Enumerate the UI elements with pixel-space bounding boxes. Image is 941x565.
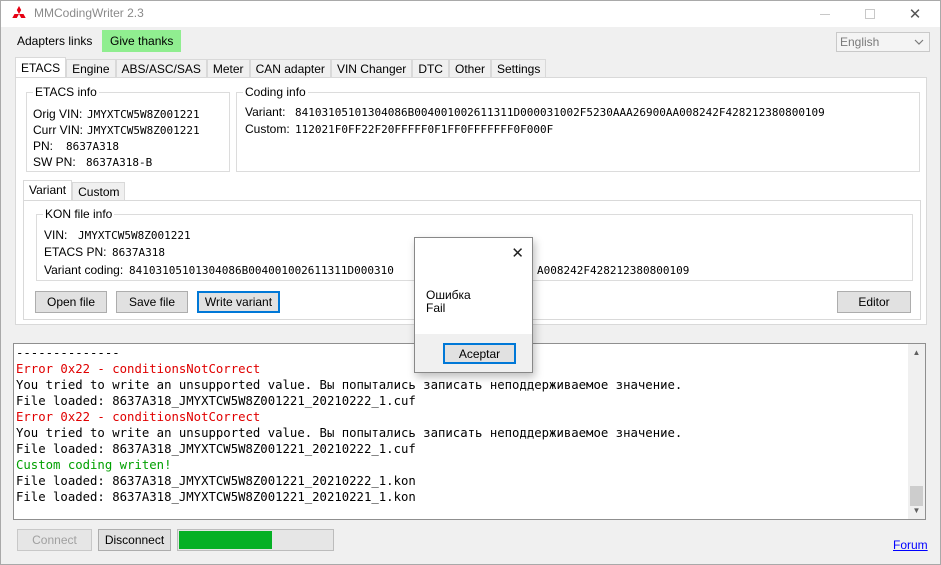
mitsubishi-logo-icon: [12, 6, 26, 18]
progress-bar-fill: [179, 531, 273, 549]
write-variant-button[interactable]: Write variant: [197, 291, 280, 313]
curr-vin-value: JMYXTCW5W8Z001221: [87, 124, 200, 137]
coding-info-group: Coding info Variant: 84103105101304086B0…: [236, 85, 920, 172]
title-bar: MMCodingWriter 2.3 ✕: [1, 1, 940, 27]
dialog-ok-button[interactable]: Aceptar: [443, 343, 516, 364]
connect-button[interactable]: Connect: [17, 529, 92, 551]
log-line: File loaded: 8637A318_JMYXTCW5W8Z001221_…: [16, 490, 416, 504]
close-icon: ✕: [908, 6, 922, 23]
error-dialog: ✕ Ошибка Fail Aceptar: [414, 237, 533, 373]
log-line: You tried to write an unsupported value.…: [16, 378, 683, 392]
custom-label: Custom:: [245, 122, 290, 136]
pn-value: 8637A318: [66, 140, 119, 153]
log-line: File loaded: 8637A318_JMYXTCW5W8Z001221_…: [16, 394, 416, 408]
kon-etacs-pn-label: ETACS PN:: [44, 245, 107, 259]
tab-meter[interactable]: Meter: [206, 59, 250, 78]
subtab-custom[interactable]: Custom: [72, 182, 126, 200]
forum-link[interactable]: Forum: [893, 538, 928, 552]
variant-coding-value: 84103105101304086B004001002611311D000031…: [295, 106, 825, 119]
custom-coding-value: 112021F0FF22F20FFFFF0F1FF0FFFFFFF0F000F: [295, 123, 554, 136]
log-line: Custom coding writen!: [16, 458, 172, 472]
tab-engine[interactable]: Engine: [66, 59, 116, 78]
editor-button[interactable]: Editor: [837, 291, 911, 313]
dialog-footer: Aceptar: [415, 334, 532, 372]
coding-info-title: Coding info: [243, 85, 308, 99]
log-line: File loaded: 8637A318_JMYXTCW5W8Z001221_…: [16, 474, 416, 488]
tab-other[interactable]: Other: [448, 59, 491, 78]
kon-variant-coding-label: Variant coding:: [44, 263, 124, 277]
kon-vin-value: JMYXTCW5W8Z001221: [78, 229, 191, 242]
kon-file-info-title: KON file info: [43, 207, 115, 221]
menu-give-thanks[interactable]: Give thanks: [102, 30, 182, 52]
log-line: You tried to write an unsupported value.…: [16, 426, 683, 440]
coding-subtabs: Variant Custom: [23, 180, 126, 200]
kon-variant-coding-value-left: 84103105101304086B004001002611311D000310: [129, 264, 394, 277]
tab-etacs[interactable]: ETACS: [15, 57, 67, 78]
dialog-message-text: Fail: [426, 301, 446, 315]
chevron-down-icon: [914, 39, 924, 45]
dialog-close-icon[interactable]: ✕: [511, 244, 524, 262]
pn-label: PN:: [33, 139, 54, 153]
tab-dtc[interactable]: DTC: [412, 59, 449, 78]
sw-pn-value: 8637A318-B: [86, 156, 153, 169]
subtab-variant[interactable]: Variant: [23, 180, 73, 200]
main-tabs: ETACS Engine ABS/ASC/SAS Meter CAN adapt…: [15, 57, 547, 78]
menu-adapters-links[interactable]: Adapters links: [9, 30, 100, 52]
minimize-icon: [820, 13, 830, 15]
log-line: --------------: [16, 346, 120, 360]
maximize-icon: [865, 9, 875, 19]
etacs-info-title: ETACS info: [33, 85, 99, 99]
open-file-button[interactable]: Open file: [35, 291, 107, 313]
log-line: Error 0x22 - conditionsNotCorrect: [16, 410, 261, 424]
minimize-button[interactable]: [802, 1, 848, 27]
disconnect-button[interactable]: Disconnect: [98, 529, 171, 551]
menu-bar: Adapters links Give thanks: [1, 28, 940, 53]
tab-can-adapter[interactable]: CAN adapter: [249, 59, 331, 78]
log-line: File loaded: 8637A318_JMYXTCW5W8Z001221_…: [16, 442, 416, 456]
sw-pn-label: SW PN:: [33, 155, 76, 169]
kon-etacs-pn-value: 8637A318: [112, 246, 165, 259]
orig-vin-label: Orig VIN:: [33, 107, 83, 121]
orig-vin-value: JMYXTCW5W8Z001221: [87, 108, 200, 121]
curr-vin-label: Curr VIN:: [33, 123, 84, 137]
app-window: MMCodingWriter 2.3 ✕ Adapters links Give…: [0, 0, 941, 565]
scroll-up-icon[interactable]: ▲: [908, 344, 925, 361]
window-title: MMCodingWriter 2.3: [34, 6, 144, 20]
etacs-info-group: ETACS info Orig VIN: JMYXTCW5W8Z001221 C…: [26, 85, 230, 172]
tab-vin-changer[interactable]: VIN Changer: [330, 59, 413, 78]
language-select[interactable]: English: [836, 32, 930, 52]
save-file-button[interactable]: Save file: [116, 291, 188, 313]
log-line: Error 0x22 - conditionsNotCorrect: [16, 362, 261, 376]
close-button[interactable]: ✕: [892, 1, 938, 27]
variant-label: Variant:: [245, 105, 286, 119]
log-scrollbar[interactable]: ▲ ▼: [908, 344, 925, 519]
kon-variant-coding-value-right: A008242F428212380800109: [537, 264, 690, 277]
language-value: English: [840, 35, 880, 49]
scroll-down-icon[interactable]: ▼: [908, 502, 925, 519]
kon-vin-label: VIN:: [44, 228, 68, 242]
dialog-message: Ошибка Fail: [426, 289, 471, 315]
tab-abs-asc-sas[interactable]: ABS/ASC/SAS: [115, 59, 207, 78]
progress-bar: [177, 529, 334, 551]
maximize-button[interactable]: [847, 1, 893, 27]
tab-settings[interactable]: Settings: [491, 59, 547, 78]
